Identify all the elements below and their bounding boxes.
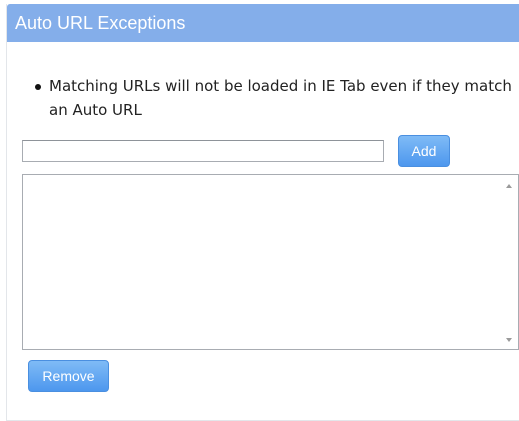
exceptions-listbox[interactable] (22, 174, 519, 350)
remove-button[interactable]: Remove (28, 360, 109, 392)
scroll-up-arrow-icon[interactable] (506, 184, 512, 188)
add-button[interactable]: Add (398, 135, 450, 167)
auto-url-exceptions-panel: Auto URL Exceptions Matching URLs will n… (6, 4, 519, 421)
bullet-icon (35, 84, 41, 90)
url-exception-input[interactable] (22, 140, 384, 162)
info-list: Matching URLs will not be loaded in IE T… (27, 74, 519, 122)
info-list-item: Matching URLs will not be loaded in IE T… (27, 74, 519, 122)
panel-title: Auto URL Exceptions (7, 4, 519, 42)
scroll-down-arrow-icon[interactable] (506, 338, 512, 342)
info-text: Matching URLs will not be loaded in IE T… (49, 77, 512, 119)
listbox-scrollbar[interactable] (501, 175, 518, 349)
